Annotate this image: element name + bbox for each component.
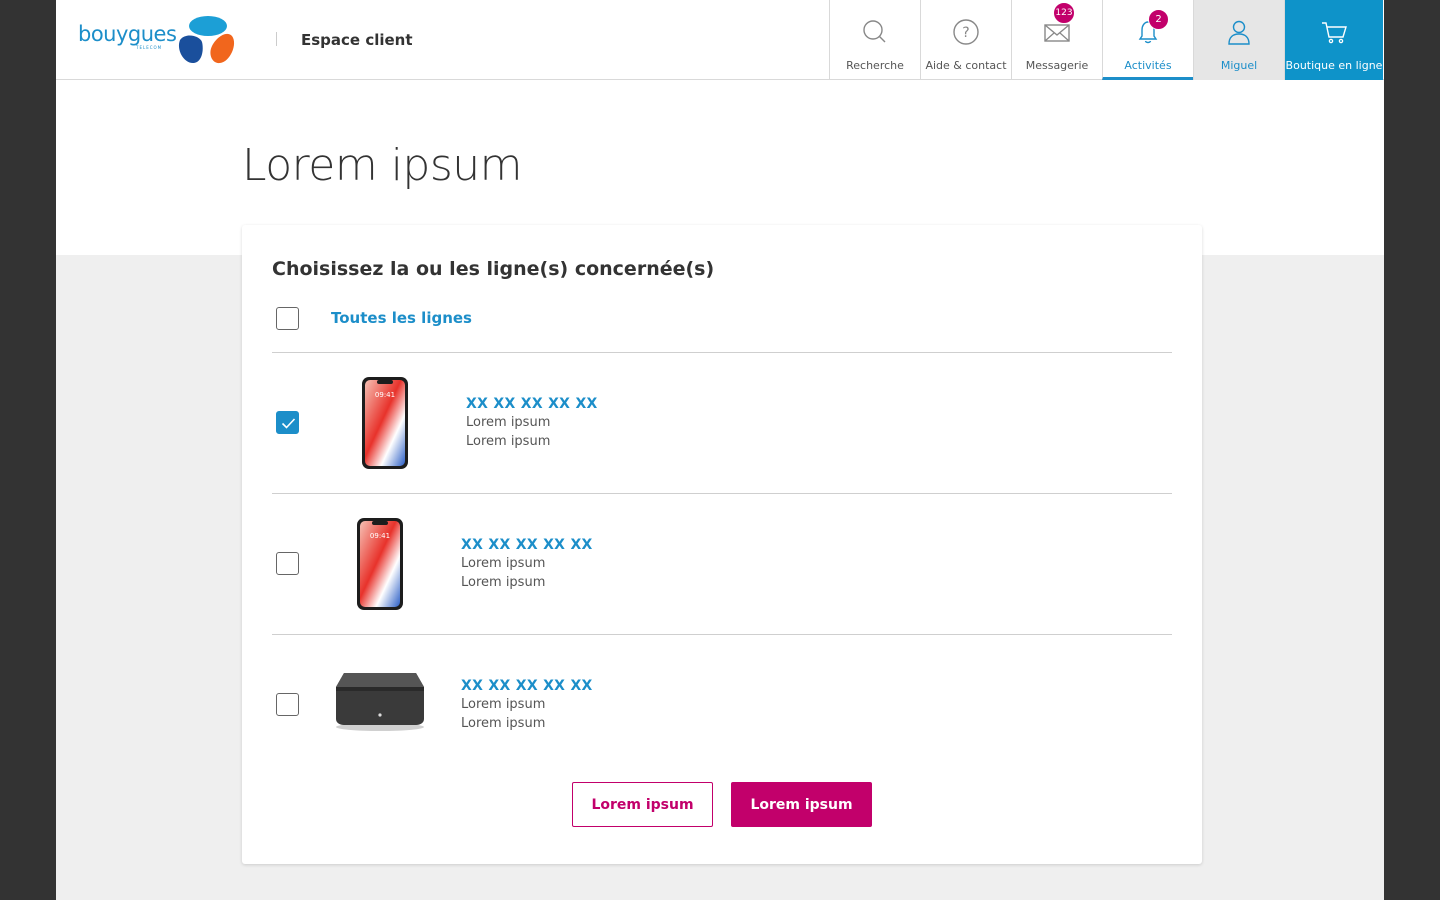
- line-1-sub1: Lorem ipsum: [466, 415, 551, 430]
- nav-shop-label: Boutique en ligne: [1285, 59, 1383, 72]
- line-3-number[interactable]: XX XX XX XX XX: [461, 678, 593, 694]
- divider: [272, 352, 1172, 353]
- section-title: Espace client: [301, 31, 413, 49]
- all-lines-checkbox[interactable]: [276, 307, 299, 330]
- logo-wordmark: bouygues: [78, 22, 177, 46]
- bouygues-logo[interactable]: bouygues TELECOM: [78, 14, 238, 66]
- divider: [272, 493, 1172, 494]
- divider: [272, 634, 1172, 635]
- nav-search[interactable]: Recherche: [829, 0, 920, 80]
- line-1-number[interactable]: XX XX XX XX XX: [466, 396, 598, 412]
- nav-shop[interactable]: Boutique en ligne: [1284, 0, 1383, 80]
- nav-help-label: Aide & contact: [925, 59, 1007, 72]
- activities-count-badge: 2: [1148, 9, 1169, 30]
- help-icon: ?: [953, 19, 979, 45]
- svg-text:09:41: 09:41: [375, 391, 395, 399]
- logo-mark-icon: [178, 16, 235, 64]
- nav-activities-label: Activités: [1124, 59, 1172, 72]
- line-2-sub1: Lorem ipsum: [461, 556, 546, 571]
- top-header: bouygues TELECOM Espace client Recherche: [56, 0, 1384, 80]
- smartphone-image: 09:41: [357, 518, 403, 610]
- line-1-sub2: Lorem ipsum: [466, 434, 551, 449]
- line-3-sub1: Lorem ipsum: [461, 697, 546, 712]
- header-separator: [276, 32, 277, 46]
- nav-help[interactable]: ? Aide & contact: [920, 0, 1011, 80]
- svg-text:09:41: 09:41: [370, 532, 390, 540]
- search-icon: [863, 20, 886, 43]
- line-3-checkbox[interactable]: [276, 693, 299, 716]
- line-selection-card: Choisissez la ou les ligne(s) concernée(…: [242, 225, 1202, 864]
- nav-activities[interactable]: 2 Activités: [1102, 0, 1193, 80]
- cart-icon: [1322, 22, 1347, 44]
- line-1-checkbox[interactable]: [276, 411, 299, 434]
- svg-text:?: ?: [962, 25, 969, 41]
- checkmark-icon: [281, 418, 296, 429]
- tv-box-image: [336, 673, 424, 731]
- all-lines-label[interactable]: Toutes les lignes: [331, 309, 472, 327]
- line-2-checkbox[interactable]: [276, 552, 299, 575]
- nav-search-label: Recherche: [846, 59, 904, 72]
- selection-heading: Choisissez la ou les ligne(s) concernée(…: [272, 258, 715, 280]
- page-title: Lorem ipsum: [242, 140, 523, 191]
- line-2-number[interactable]: XX XX XX XX XX: [461, 537, 593, 553]
- smartphone-image: 09:41: [362, 377, 408, 469]
- app-frame: bouygues TELECOM Espace client Recherche: [56, 0, 1384, 900]
- logo-subtext: TELECOM: [136, 45, 163, 50]
- user-icon: [1228, 20, 1250, 45]
- main-nav: Recherche ? Aide & contact 123 Messageri…: [829, 0, 1383, 80]
- secondary-button[interactable]: Lorem ipsum: [572, 782, 713, 827]
- nav-messages[interactable]: 123 Messagerie: [1011, 0, 1102, 80]
- nav-user-label: Miguel: [1220, 59, 1258, 72]
- nav-messages-label: Messagerie: [1025, 59, 1089, 72]
- line-3-sub2: Lorem ipsum: [461, 716, 546, 731]
- primary-button[interactable]: Lorem ipsum: [731, 782, 872, 827]
- nav-user[interactable]: Miguel: [1193, 0, 1284, 80]
- line-2-sub2: Lorem ipsum: [461, 575, 546, 590]
- messages-count-badge: 123: [1053, 2, 1075, 24]
